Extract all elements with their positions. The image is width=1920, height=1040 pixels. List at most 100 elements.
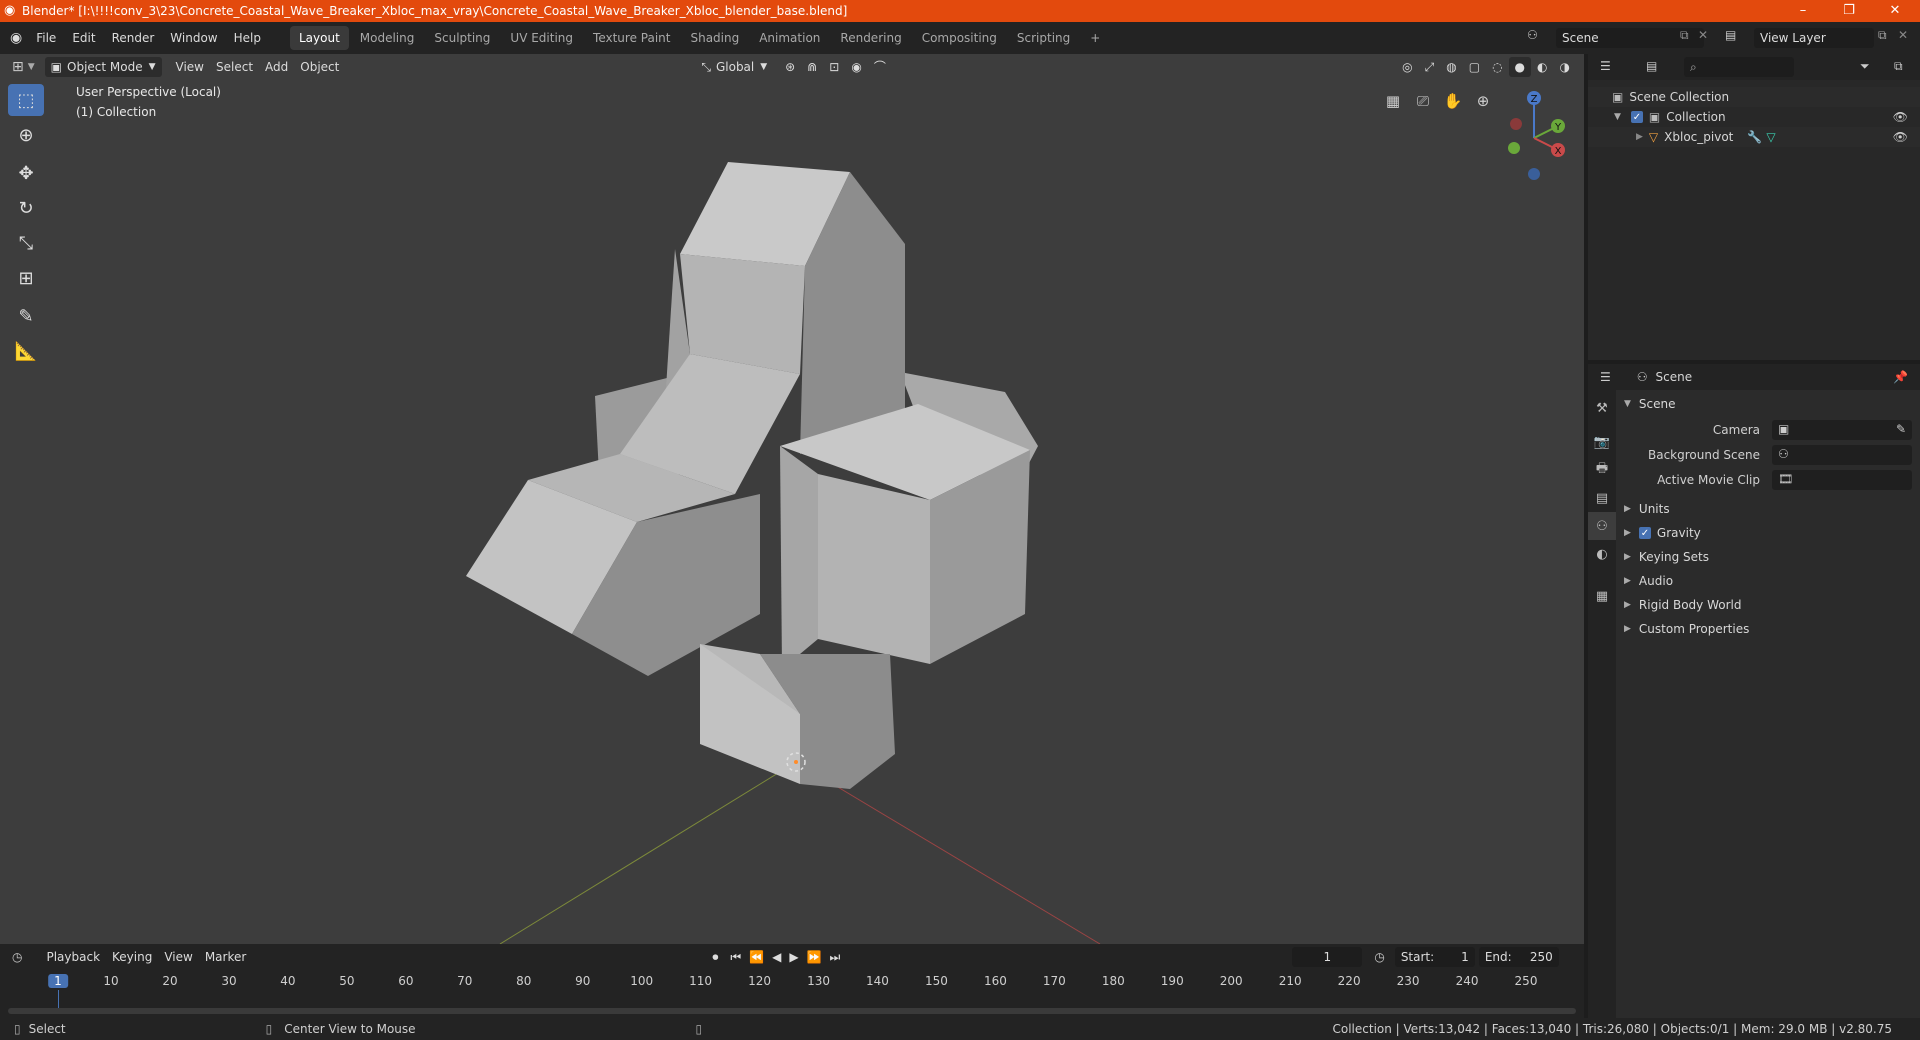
camera-field[interactable]: ▣ ✎ (1772, 420, 1912, 440)
scene-tab-icon[interactable]: ⚇ (1588, 512, 1616, 540)
measure-tool-icon[interactable]: 📐 (8, 335, 44, 367)
select-box-tool-icon[interactable]: ⬚ (8, 84, 44, 116)
new-view-layer-icon[interactable]: ⧉ (1878, 28, 1887, 43)
background-scene-field[interactable]: ⚇ (1772, 445, 1912, 465)
scene-section-header[interactable]: ▼ Scene (1624, 394, 1676, 414)
cursor-tool-icon[interactable]: ⊕ (8, 119, 44, 151)
play-icon[interactable]: ▶ (789, 950, 798, 964)
tab-shading[interactable]: Shading (681, 26, 748, 50)
tab-layout[interactable]: Layout (289, 26, 349, 50)
pan-hand-icon[interactable]: ✋ (1440, 88, 1466, 114)
tab-scripting[interactable]: Scripting (1008, 26, 1079, 50)
texture-tab-icon[interactable]: ▦ (1588, 582, 1616, 610)
tab-rendering[interactable]: Rendering (831, 26, 910, 50)
tab-animation[interactable]: Animation (750, 26, 829, 50)
display-mode-icon[interactable]: ▤ (1646, 59, 1657, 73)
delete-scene-icon[interactable]: ✕ (1698, 28, 1708, 42)
end-frame-field[interactable]: End: 250 (1478, 947, 1559, 967)
custom-properties-section[interactable]: ▶ Custom Properties (1624, 619, 1749, 639)
tab-texture-paint[interactable]: Texture Paint (584, 26, 679, 50)
close-button[interactable]: ✕ (1872, 0, 1918, 22)
next-keyframe-icon[interactable]: ⏩ (807, 950, 822, 964)
eye-icon[interactable]: 👁 (1893, 110, 1908, 124)
tool-tab-icon[interactable]: ⚒ (1588, 394, 1616, 422)
tab-compositing[interactable]: Compositing (913, 26, 1006, 50)
menu-window[interactable]: Window (162, 22, 225, 54)
eyedropper-icon[interactable]: ✎ (1896, 422, 1906, 436)
add-workspace-icon[interactable]: + (1081, 26, 1109, 50)
outliner-row-scene-collection[interactable]: ▣ Scene Collection (1588, 87, 1920, 107)
rigid-body-world-section[interactable]: ▶ Rigid Body World (1624, 595, 1741, 615)
gravity-checkbox[interactable]: ✓ (1638, 527, 1651, 539)
view-layer-icon[interactable]: ▤ (1725, 28, 1736, 42)
viewport-menu-view[interactable]: View (170, 57, 210, 77)
keying-sets-section[interactable]: ▶ Keying Sets (1624, 547, 1709, 567)
timeline-menu-playback[interactable]: Playback (40, 947, 106, 967)
menu-edit[interactable]: Edit (64, 22, 103, 54)
tab-modeling[interactable]: Modeling (351, 26, 424, 50)
rotate-tool-icon[interactable]: ↻ (8, 192, 44, 224)
rendered-shading-icon[interactable]: ◑ (1554, 57, 1576, 77)
snap-icon[interactable]: ⋒ (801, 57, 823, 77)
world-tab-icon[interactable]: ◐ (1588, 540, 1616, 568)
start-frame-field[interactable]: Start: 1 (1394, 947, 1475, 967)
properties-editor-icon[interactable]: ☰ (1600, 370, 1611, 384)
mesh-data-icon[interactable]: ▽ (1766, 130, 1775, 144)
3d-viewport[interactable]: ⊞ ▼ ▣ Object Mode ▼ View Select Add Obje… (0, 54, 1584, 944)
menu-render[interactable]: Render (104, 22, 163, 54)
solid-shading-icon[interactable]: ● (1508, 57, 1532, 77)
proportional-edit-icon[interactable]: ◉ (845, 57, 867, 77)
gravity-section[interactable]: ▶ ✓ Gravity (1624, 523, 1701, 543)
gizmo-toggle-icon[interactable]: ⤢ (1419, 57, 1441, 77)
modifier-wrench-icon[interactable]: 🔧 (1747, 130, 1762, 144)
scene-browse-icon[interactable]: ⚇ (1527, 28, 1538, 42)
viewport-menu-add[interactable]: Add (259, 57, 294, 77)
record-icon[interactable]: ⏺ (712, 950, 718, 965)
transform-tool-icon[interactable]: ⊞ (8, 262, 44, 294)
wireframe-shading-icon[interactable]: ◌ (1486, 57, 1508, 77)
jump-end-icon[interactable]: ⏭ (830, 950, 841, 965)
menu-help[interactable]: Help (226, 22, 269, 54)
jump-start-icon[interactable]: ⏮ (730, 950, 741, 965)
clock-icon[interactable]: ◷ (1374, 950, 1384, 964)
menu-file[interactable]: File (28, 22, 64, 54)
falloff-icon[interactable]: ⌒ (868, 57, 892, 77)
eye-icon[interactable]: 👁 (1893, 130, 1908, 144)
outliner-row-xbloc[interactable]: ▶ ▽ Xbloc_pivot 🔧 ▽ 👁 (1588, 127, 1920, 147)
object-mode-dropdown[interactable]: ▣ Object Mode ▼ (44, 57, 162, 77)
restore-button[interactable]: ❐ (1826, 0, 1872, 22)
pin-icon[interactable]: 📌 (1893, 370, 1908, 384)
pivot-point-icon[interactable]: ⊛ (779, 57, 801, 77)
transform-orientation-dropdown[interactable]: ⤡ Global ▼ (695, 57, 773, 77)
timeline-menu-keying[interactable]: Keying (106, 947, 158, 967)
snap-target-icon[interactable]: ⊡ (823, 57, 845, 77)
material-shading-icon[interactable]: ◐ (1531, 57, 1553, 77)
prev-keyframe-icon[interactable]: ⏪ (749, 950, 764, 964)
expand-arrow-icon[interactable]: ▼ (1614, 112, 1621, 122)
current-frame-field[interactable]: 1 (1292, 947, 1363, 967)
xray-icon[interactable]: ▢ (1463, 57, 1486, 77)
scale-tool-icon[interactable]: ⤡ (8, 227, 44, 259)
render-tab-icon[interactable]: 📷 (1588, 428, 1616, 456)
new-collection-icon[interactable]: ⧉ (1894, 59, 1903, 74)
minimize-button[interactable]: – (1780, 0, 1826, 22)
output-tab-icon[interactable]: 🖶 (1588, 456, 1616, 484)
new-scene-icon[interactable]: ⧉ (1680, 28, 1689, 43)
blender-menu-icon[interactable]: ◉ (10, 30, 22, 46)
tab-sculpting[interactable]: Sculpting (425, 26, 499, 50)
timeline-scrollbar[interactable] (8, 1008, 1576, 1014)
viewport-menu-select[interactable]: Select (210, 57, 259, 77)
outliner-editor-icon[interactable]: ☰ (1600, 59, 1611, 73)
move-tool-icon[interactable]: ✥ (8, 157, 44, 189)
collection-checkbox[interactable]: ✓ (1630, 111, 1643, 123)
units-section[interactable]: ▶ Units (1624, 499, 1670, 519)
editor-type-icon[interactable]: ⊞ (12, 59, 24, 75)
toggle-ortho-icon[interactable]: ▦ (1380, 88, 1406, 114)
expand-arrow-icon[interactable]: ▶ (1636, 132, 1643, 142)
view-layer-tab-icon[interactable]: ▤ (1588, 484, 1616, 512)
frame-ruler[interactable]: 1 10 20 30 40 50 60 70 80 90 100 110 120 130 140 150 160… (0, 972, 1584, 1012)
tab-uv-editing[interactable]: UV Editing (501, 26, 582, 50)
delete-view-layer-icon[interactable]: ✕ (1898, 28, 1908, 42)
view-layer-selector[interactable]: View Layer (1754, 28, 1874, 48)
outliner-row-collection[interactable]: ▼ ✓ ▣ Collection 👁 (1588, 107, 1920, 127)
